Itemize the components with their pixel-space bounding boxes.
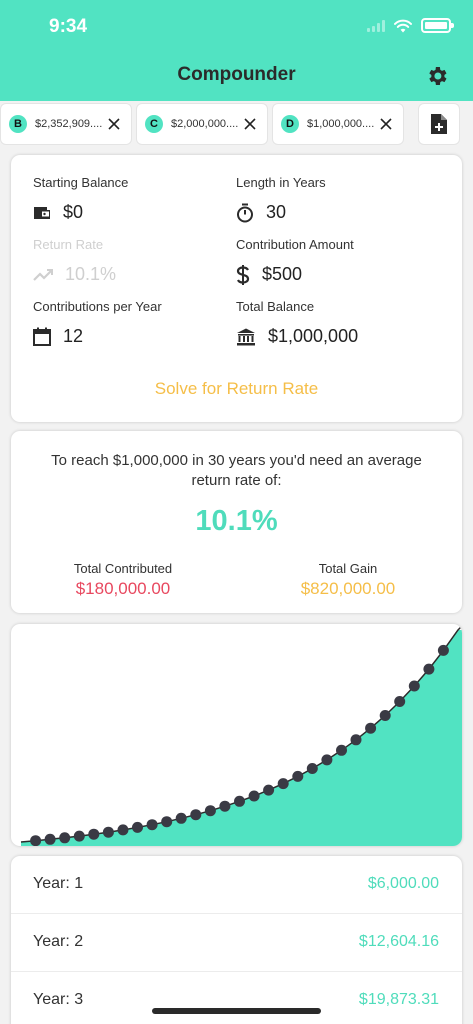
- tab-scenario-b[interactable]: B $2,352,909....: [0, 103, 132, 145]
- contributions-per-year-label: Contributions per Year: [33, 299, 162, 314]
- trending-up-icon: [33, 268, 53, 281]
- contribution-amount-value: $500: [262, 264, 303, 284]
- file-plus-icon: [431, 114, 447, 134]
- chart-data-point[interactable]: [117, 824, 129, 836]
- return-rate-value: 10.1%: [65, 264, 117, 284]
- length-in-years-label: Length in Years: [236, 175, 326, 190]
- chart-data-point[interactable]: [292, 770, 304, 782]
- chart-data-point[interactable]: [379, 710, 391, 721]
- chart-data-point[interactable]: [234, 795, 245, 807]
- app-title: Compounder: [177, 64, 296, 85]
- chart-data-point[interactable]: [132, 821, 143, 833]
- chart-data-point[interactable]: [59, 832, 71, 844]
- list-item[interactable]: Year: 3 $19,873.31: [11, 972, 462, 1024]
- wallet-icon: [34, 206, 50, 219]
- status-time: 9:34: [49, 16, 88, 37]
- calendar-icon: [33, 327, 51, 346]
- yearly-breakdown-list: Year: 1 $6,000.00 Year: 2 $12,604.16 Yea…: [11, 856, 462, 1024]
- chart-data-point[interactable]: [102, 826, 114, 838]
- app-header: 9:34 Compounder: [0, 0, 473, 101]
- bank-icon: [237, 328, 255, 345]
- chart-data-point[interactable]: [146, 819, 158, 831]
- tab-scenario-c[interactable]: C $2,000,000....: [136, 103, 268, 145]
- contributions-per-year-value: 12: [63, 326, 84, 346]
- chart-data-point[interactable]: [44, 833, 56, 845]
- growth-chart: [20, 625, 462, 846]
- total-balance-field[interactable]: $1,000,000: [236, 326, 358, 347]
- length-in-years-value: 30: [266, 202, 287, 222]
- chart-data-point[interactable]: [30, 835, 42, 846]
- chart-data-point[interactable]: [73, 830, 85, 842]
- chart-data-point[interactable]: [394, 696, 406, 707]
- chart-data-point[interactable]: [365, 722, 377, 734]
- new-tab-button[interactable]: [418, 103, 460, 145]
- tab-letter-badge: D: [281, 115, 299, 133]
- chart-data-point[interactable]: [88, 828, 100, 840]
- chart-data-point[interactable]: [190, 809, 202, 821]
- tab-letter-badge: C: [145, 115, 163, 133]
- year-balance: $6,000.00: [367, 875, 439, 892]
- starting-balance-value: $0: [63, 202, 84, 222]
- chart-data-point[interactable]: [437, 644, 449, 656]
- year-label: Year: 1: [33, 875, 84, 892]
- battery-icon: [421, 18, 454, 33]
- chart-data-point[interactable]: [263, 784, 275, 796]
- chart-data-point[interactable]: [306, 763, 318, 774]
- result-rate: 10.1%: [195, 505, 278, 537]
- tab-label: $1,000,000....: [307, 118, 375, 130]
- total-gain-value: $820,000.00: [300, 579, 396, 598]
- growth-chart-card: [11, 624, 462, 846]
- contributions-per-year-field[interactable]: 12: [33, 326, 83, 347]
- starting-balance-field[interactable]: $0: [33, 202, 83, 223]
- scenario-tabs: B $2,352,909.... C $2,000,000.... D $1,0…: [0, 101, 473, 147]
- inputs-card: Starting Balance $0 Length in Years 30 R…: [11, 155, 462, 422]
- chart-data-point[interactable]: [277, 778, 289, 790]
- list-item[interactable]: Year: 1 $6,000.00: [11, 856, 462, 914]
- total-balance-value: $1,000,000: [268, 326, 359, 346]
- total-contributed-label: Total Contributed: [73, 561, 173, 576]
- chart-data-point[interactable]: [408, 680, 420, 692]
- home-indicator: [152, 1008, 321, 1014]
- status-icons: [367, 18, 454, 33]
- year-balance: $12,604.16: [358, 933, 439, 950]
- total-contributed-value: $180,000.00: [75, 579, 171, 598]
- chart-area-fill: [21, 630, 462, 846]
- stopwatch-icon: [237, 203, 253, 222]
- dollar-icon: [236, 264, 250, 285]
- chart-data-point[interactable]: [423, 663, 435, 675]
- chart-data-point[interactable]: [204, 805, 216, 817]
- tab-label: $2,352,909....: [35, 118, 103, 130]
- tab-scenario-d[interactable]: D $1,000,000....: [272, 103, 404, 145]
- return-rate-label: Return Rate: [33, 237, 104, 252]
- tab-letter-badge: B: [9, 115, 27, 133]
- chart-data-point[interactable]: [248, 790, 260, 802]
- result-summary-text: To reach $1,000,000 in 30 years you'd ne…: [51, 452, 422, 489]
- chart-data-point[interactable]: [336, 744, 347, 756]
- cellular-signal-icon: [367, 19, 385, 32]
- total-gain-label: Total Gain: [318, 561, 378, 576]
- length-in-years-field[interactable]: 30: [236, 202, 286, 223]
- chart-data-point[interactable]: [175, 812, 187, 824]
- chart-data-point[interactable]: [350, 734, 362, 746]
- close-icon[interactable]: [243, 117, 257, 131]
- year-label: Year: 2: [33, 933, 84, 950]
- chart-data-point[interactable]: [161, 816, 173, 828]
- chart-data-point[interactable]: [219, 800, 231, 812]
- year-balance: $19,873.31: [358, 991, 439, 1008]
- wifi-icon: [394, 19, 412, 32]
- contribution-amount-label: Contribution Amount: [236, 237, 354, 252]
- return-rate-field: 10.1%: [33, 264, 116, 285]
- contribution-amount-field[interactable]: $500: [236, 264, 302, 285]
- solve-for-return-rate-button[interactable]: Solve for Return Rate: [11, 379, 462, 399]
- close-icon[interactable]: [379, 117, 393, 131]
- total-balance-label: Total Balance: [236, 299, 315, 314]
- list-item[interactable]: Year: 2 $12,604.16: [11, 914, 462, 972]
- year-label: Year: 3: [33, 991, 84, 1008]
- chart-data-point[interactable]: [321, 754, 333, 766]
- result-summary-card: To reach $1,000,000 in 30 years you'd ne…: [11, 431, 462, 613]
- close-icon[interactable]: [107, 117, 121, 131]
- starting-balance-label: Starting Balance: [33, 175, 129, 190]
- tab-label: $2,000,000....: [171, 118, 239, 130]
- gear-icon[interactable]: [425, 64, 449, 88]
